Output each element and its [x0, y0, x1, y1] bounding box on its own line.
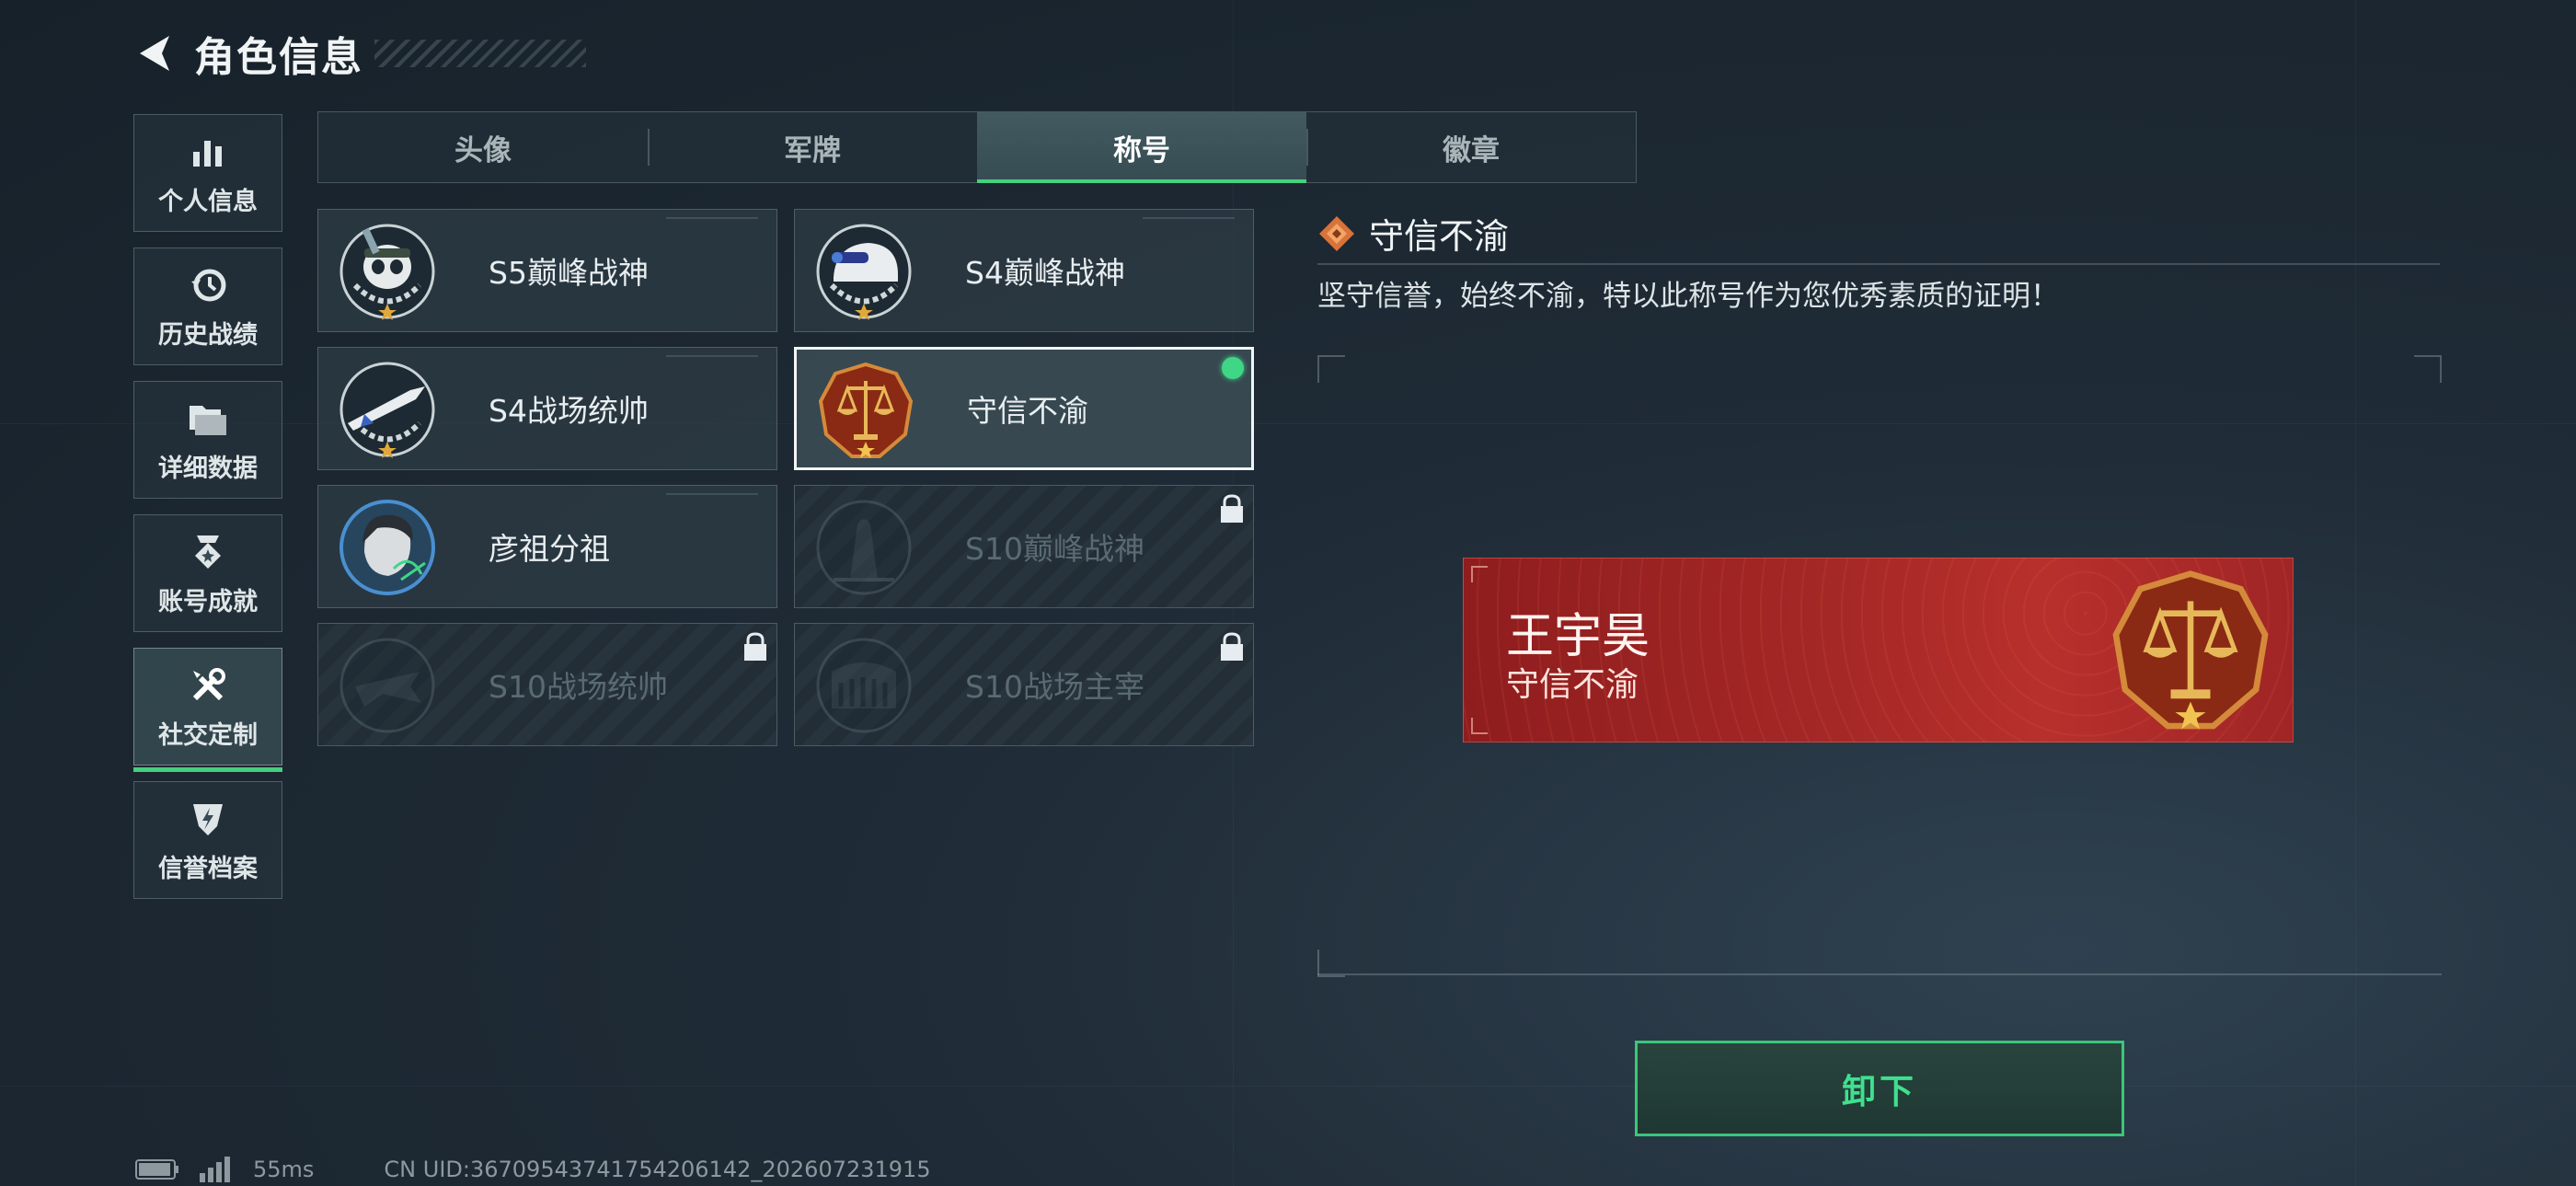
- detail-header: 守信不渝: [1317, 208, 1509, 259]
- battery-icon: [135, 1159, 178, 1180]
- banner-corner: [1471, 718, 1488, 734]
- sidebar-item-social-custom[interactable]: 社交定制: [133, 648, 282, 772]
- status-bar: 55ms CN UID:3670954374175420614​2_202607…: [135, 1157, 931, 1182]
- card-decoration: [666, 217, 758, 219]
- preview-player-name: 王宇昊: [1506, 609, 1650, 664]
- preview-title: 守信不渝: [1506, 666, 1639, 704]
- portrait-emblem-icon: [339, 500, 435, 595]
- title-card-label: S10巅峰战神: [965, 531, 1144, 567]
- title-card-locked[interactable]: S10战场统帅: [317, 623, 777, 746]
- title-card[interactable]: S5巅峰战神: [317, 209, 777, 332]
- page-title: 角色信息: [194, 34, 363, 81]
- banner-corner: [1471, 566, 1488, 582]
- preview-frame-baseline: [1317, 973, 2442, 975]
- tower-emblem-icon: [816, 500, 912, 595]
- back-arrow-icon[interactable]: [133, 31, 178, 75]
- sidebar-item-credit-record[interactable]: 信誉档案: [133, 781, 282, 899]
- unequip-button[interactable]: 卸下: [1635, 1041, 2124, 1136]
- unequip-button-label: 卸下: [1842, 1072, 1917, 1111]
- jet-emblem-icon: [339, 638, 435, 733]
- sidebar-item-label: 个人信息: [158, 187, 258, 216]
- title-card-label: 彦祖分祖: [489, 531, 610, 567]
- title-card[interactable]: S4战场统帅: [317, 347, 777, 470]
- sidebar-item-label: 信誉档案: [158, 854, 258, 883]
- sidebar-item-personal-info[interactable]: 个人信息: [133, 114, 282, 232]
- card-decoration: [1143, 217, 1235, 219]
- title-card-label: S4巅峰战神: [965, 255, 1125, 291]
- tab-avatar[interactable]: 头像: [318, 112, 648, 182]
- signal-icon: [200, 1157, 230, 1182]
- detail-description: 坚守信誉，始终不渝，特以此称号作为您优秀素质的证明！: [1317, 280, 2059, 313]
- scales-emblem-icon: [818, 362, 914, 458]
- title-card-label: 守信不渝: [967, 393, 1088, 429]
- tab-title[interactable]: 称号: [977, 112, 1306, 183]
- title-card-label: S4战场统帅: [489, 393, 649, 429]
- title-decoration: [374, 40, 586, 67]
- bar-chart-icon: [186, 130, 230, 174]
- frame-corner: [2414, 355, 2442, 383]
- achievement-medal-icon: [186, 530, 230, 574]
- lock-icon: [1221, 494, 1243, 523]
- title-card-label: S5巅峰战神: [489, 255, 649, 291]
- sidebar-item-detail-data[interactable]: 详细数据: [133, 381, 282, 499]
- title-card-label: S10战场统帅: [489, 669, 668, 705]
- detail-divider: [1317, 263, 2440, 265]
- sidebar-item-label: 历史战绩: [158, 320, 258, 350]
- player-uid: CN UID:3670954374175420614​2_20260723191…: [384, 1157, 931, 1182]
- card-decoration: [666, 493, 758, 495]
- card-decoration: [666, 355, 758, 357]
- tab-badge[interactable]: 徽章: [1306, 112, 1636, 182]
- sidebar-item-label: 账号成就: [158, 587, 258, 616]
- title-card[interactable]: S4巅峰战神: [794, 209, 1254, 332]
- lock-icon: [1221, 632, 1243, 661]
- detail-title: 守信不渝: [1369, 216, 1510, 257]
- bg-grid-line: [0, 1086, 2576, 1087]
- tab-dogtag[interactable]: 军牌: [648, 112, 977, 182]
- missile-emblem-icon: [339, 362, 435, 458]
- lock-icon: [744, 632, 766, 661]
- skull-emblem-icon: [339, 224, 435, 320]
- shield-lightning-icon: [186, 797, 230, 841]
- page-header: 角色信息: [133, 26, 586, 81]
- ping-value: 55ms: [253, 1157, 315, 1182]
- title-card[interactable]: 彦祖分祖: [317, 485, 777, 608]
- scales-emblem-icon: [2112, 570, 2269, 730]
- sidebar-item-achievements[interactable]: 账号成就: [133, 514, 282, 632]
- title-card-locked[interactable]: S10巅峰战神: [794, 485, 1254, 608]
- sidebar: 个人信息 历史战绩 详细数据 账号成就 社交定制 信誉档案: [133, 114, 284, 915]
- folder-icon: [186, 397, 230, 441]
- colosseum-emblem-icon: [816, 638, 912, 733]
- tools-icon: [186, 663, 230, 708]
- equipped-indicator: [1222, 357, 1244, 379]
- helmet-emblem-icon: [816, 224, 912, 320]
- sidebar-item-label: 详细数据: [158, 454, 258, 483]
- title-diamond-icon: [1319, 215, 1354, 251]
- title-card-selected[interactable]: 守信不渝: [794, 347, 1254, 470]
- tab-bar: 头像 军牌 称号 徽章: [317, 111, 1637, 183]
- sidebar-item-label: 社交定制: [158, 720, 258, 750]
- frame-corner: [1317, 355, 1345, 383]
- sidebar-item-history[interactable]: 历史战绩: [133, 248, 282, 365]
- title-card-locked[interactable]: S10战场主宰: [794, 623, 1254, 746]
- history-clock-icon: [186, 263, 230, 307]
- title-preview-banner: 王宇昊 守信不渝: [1463, 558, 2294, 743]
- title-card-label: S10战场主宰: [965, 669, 1144, 705]
